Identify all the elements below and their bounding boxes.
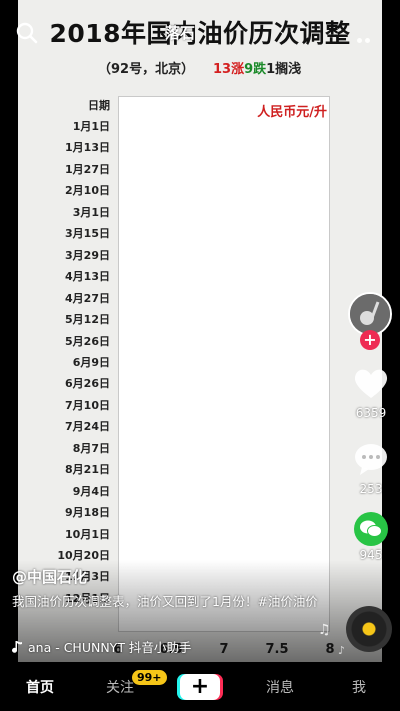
heart-icon <box>354 369 388 398</box>
author-name[interactable]: @中国石化 <box>12 566 322 587</box>
y-tick-label: 4月27日 <box>65 291 110 305</box>
comment-button[interactable]: 253 <box>346 442 396 496</box>
y-tick-label: 3月1日 <box>72 205 110 219</box>
y-tick-label: 5月26日 <box>65 334 110 348</box>
y-tick-label: 2月10日 <box>65 184 110 198</box>
y-tick-label: 1月1日 <box>72 120 110 133</box>
y-tick-label: 10月1日 <box>65 527 110 541</box>
unit-label: 人民币元/升 <box>257 105 327 120</box>
y-tick-label: 1月13日 <box>65 141 110 155</box>
following-badge: 99+ <box>132 670 167 685</box>
y-tick-label: 6月9日 <box>72 355 110 369</box>
music-title: ana - CHUNNYT 抖音小助手 <box>28 640 192 655</box>
live-tab[interactable]: 落石 <box>165 22 195 43</box>
y-tick-label: 8月7日 <box>72 441 110 455</box>
avatar-image <box>350 294 390 334</box>
y-tick-label: 7月24日 <box>65 420 110 434</box>
y-tick-label: 5月12日 <box>65 313 110 327</box>
chart-subtitle-summary: 13涨9跌1搁浅 <box>213 58 301 77</box>
y-tick-label: 3月15日 <box>65 227 110 241</box>
y-tick-label: 1月27日 <box>65 162 110 176</box>
y-tick-label: 3月29日 <box>65 248 110 262</box>
search-icon[interactable] <box>16 22 38 44</box>
like-button[interactable]: 6359 <box>346 366 396 420</box>
share-button[interactable]: 945 <box>346 512 396 562</box>
share-count: 945 <box>359 548 383 562</box>
plot-area: 人民币元/升 <box>118 96 330 632</box>
subtitle-fall: 9跌 <box>244 62 267 77</box>
tab-messages[interactable]: 消息 <box>266 677 294 697</box>
follow-button[interactable]: + <box>360 330 380 350</box>
y-tick-label: 9月18日 <box>65 506 110 520</box>
wechat-icon <box>354 512 388 546</box>
subtitle-flat: 1搁浅 <box>266 62 302 77</box>
bottom-tab-bar: 首页 关注 99+ + 消息 我 <box>0 662 400 711</box>
tab-home[interactable]: 首页 <box>26 677 54 697</box>
video-description: 我国油价历次调整表，油价又回到了1月份！#油价油价 <box>12 594 318 609</box>
y-tick-label: 6月26日 <box>65 377 110 391</box>
music-disc-icon[interactable] <box>346 606 392 652</box>
video-frame[interactable]: 2018年国内油价历次调整 （92号，北京） 13涨9跌1搁浅 日期 1月1日 1… <box>18 0 382 662</box>
music-note-icon <box>12 640 22 653</box>
video-caption: @中国石化 我国油价历次调整表，油价又回到了1月份！#油价油价 <box>12 566 322 610</box>
music-info[interactable]: ana - CHUNNYT 抖音小助手 <box>12 637 191 656</box>
y-tick-label: 9月4日 <box>72 484 110 498</box>
y-tick-label: 8月21日 <box>65 463 110 477</box>
more-icon[interactable] <box>357 28 373 47</box>
floating-note-icon: ♫ <box>318 622 331 638</box>
date-header: 日期 <box>88 99 110 112</box>
create-button[interactable]: + <box>180 674 220 700</box>
comment-icon <box>355 444 387 475</box>
chart-subtitle-fuel: （92号，北京） <box>98 62 195 77</box>
subtitle-rise: 13涨 <box>213 62 245 77</box>
tab-following[interactable]: 关注 <box>106 677 134 697</box>
floating-note-icon: ♪ <box>338 644 346 657</box>
y-tick-label: 7月10日 <box>65 398 110 412</box>
chart-title: 2018年国内油价历次调整 <box>49 19 351 48</box>
tab-me[interactable]: 我 <box>352 677 366 697</box>
comment-count: 253 <box>359 482 383 496</box>
y-tick-label: 4月13日 <box>65 270 110 284</box>
like-count: 6359 <box>355 406 387 420</box>
